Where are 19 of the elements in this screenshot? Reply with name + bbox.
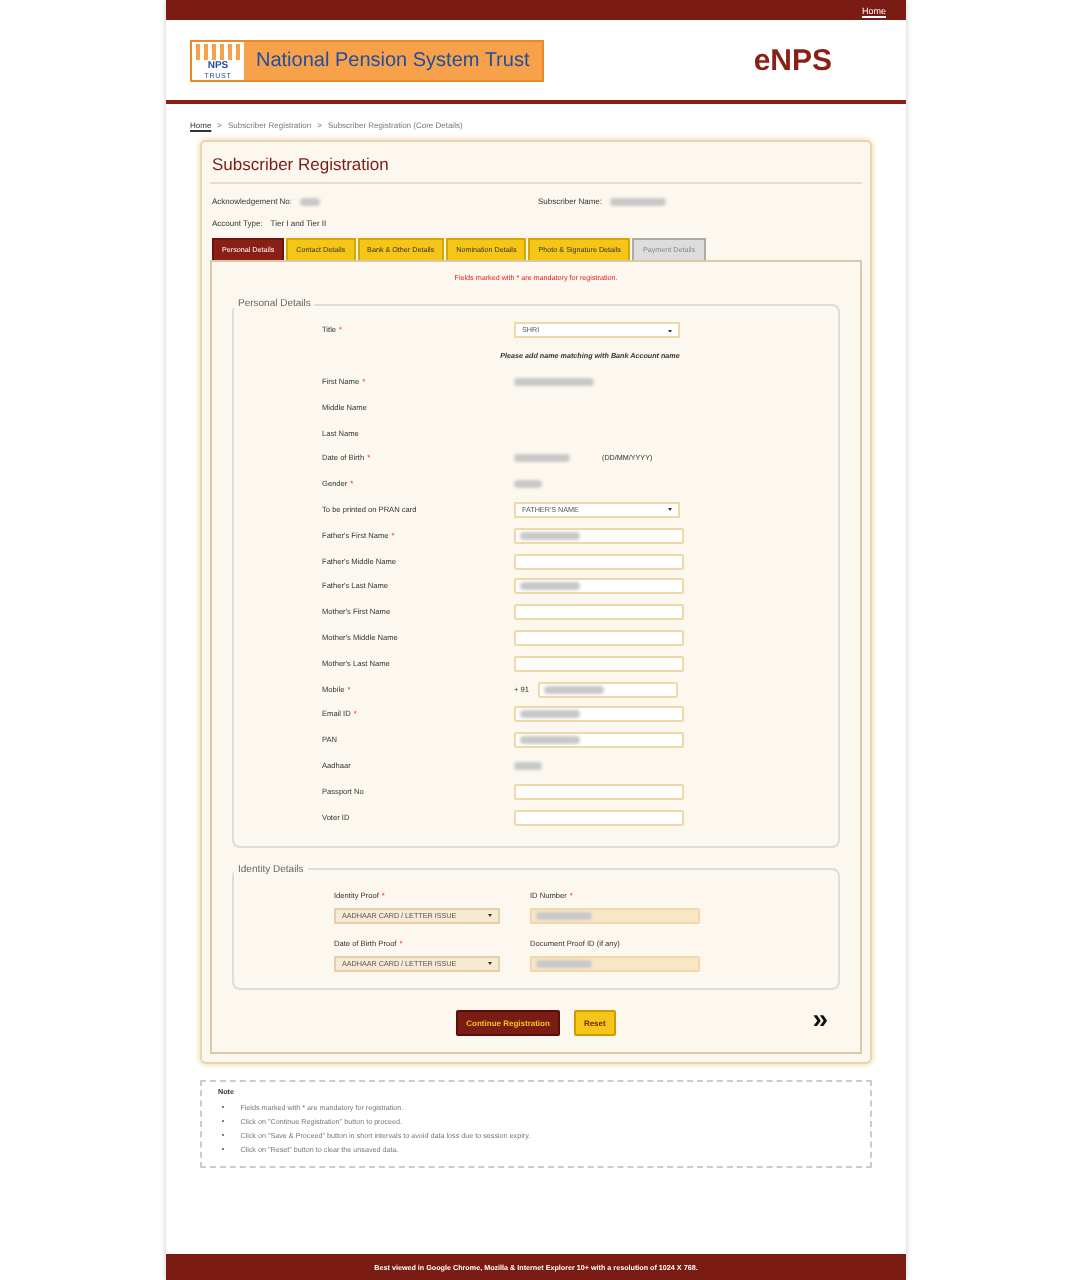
dropdown-caret-icon: [488, 962, 492, 966]
input-field[interactable]: [514, 578, 684, 595]
dropdown-caret-icon: [668, 329, 672, 333]
dropdown-caret-icon: [668, 508, 672, 512]
input-field[interactable]: [514, 732, 684, 749]
input-field[interactable]: [537, 681, 677, 698]
input-field[interactable]: [514, 783, 684, 800]
next-link[interactable]: »: [812, 1003, 828, 1032]
form-title: Subscriber Registration: [210, 150, 862, 184]
input-field[interactable]: [514, 655, 684, 672]
input-field[interactable]: [514, 527, 684, 544]
stripes-icon: [196, 43, 240, 59]
input-field[interactable]: [514, 604, 684, 621]
input-field[interactable]: [514, 629, 684, 646]
input-field[interactable]: [514, 706, 684, 723]
dropdown-caret-icon: [488, 914, 492, 918]
input-field[interactable]: [514, 553, 684, 570]
brand-title: eNPS: [753, 43, 832, 77]
input-field[interactable]: [514, 809, 684, 826]
